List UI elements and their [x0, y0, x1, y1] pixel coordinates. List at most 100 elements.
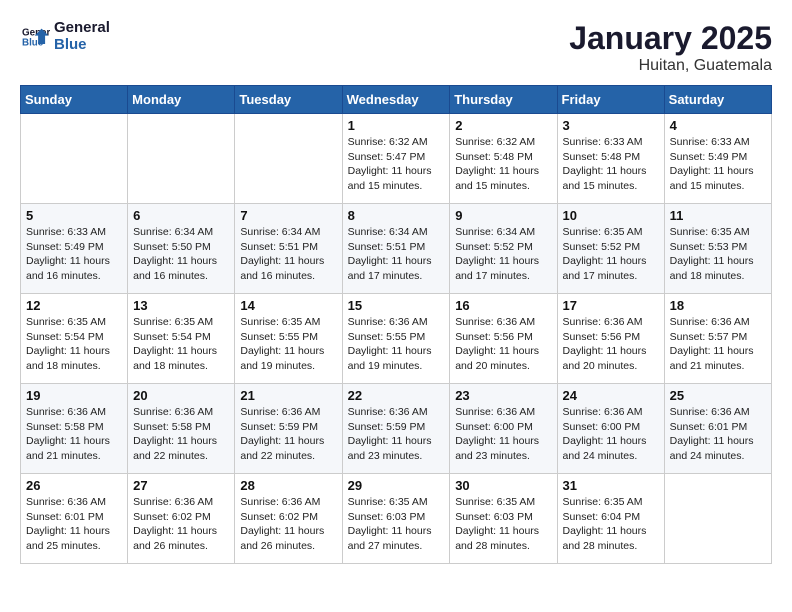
day-info: Sunrise: 6:36 AMSunset: 5:55 PMDaylight:…	[348, 315, 445, 374]
weekday-monday: Monday	[128, 86, 235, 114]
day-number: 13	[133, 298, 229, 313]
logo-line1: General	[54, 20, 110, 37]
day-number: 20	[133, 388, 229, 403]
day-info: Sunrise: 6:32 AMSunset: 5:48 PMDaylight:…	[455, 135, 551, 194]
day-info: Sunrise: 6:36 AMSunset: 6:00 PMDaylight:…	[563, 405, 659, 464]
calendar-table: SundayMondayTuesdayWednesdayThursdayFrid…	[20, 85, 772, 564]
day-number: 24	[563, 388, 659, 403]
calendar-cell: 18 Sunrise: 6:36 AMSunset: 5:57 PMDayligh…	[664, 294, 771, 384]
day-number: 9	[455, 208, 551, 223]
day-info: Sunrise: 6:35 AMSunset: 6:03 PMDaylight:…	[348, 495, 445, 554]
weekday-wednesday: Wednesday	[342, 86, 450, 114]
day-number: 19	[26, 388, 122, 403]
day-info: Sunrise: 6:34 AMSunset: 5:50 PMDaylight:…	[133, 225, 229, 284]
day-info: Sunrise: 6:36 AMSunset: 5:59 PMDaylight:…	[240, 405, 336, 464]
day-number: 15	[348, 298, 445, 313]
calendar-cell: 9Sunrise: 6:34 AMSunset: 5:52 PMDaylight…	[450, 204, 557, 294]
logo-line2: Blue	[54, 37, 110, 54]
calendar-cell: 16 Sunrise: 6:36 AMSunset: 5:56 PMDayligh…	[450, 294, 557, 384]
day-number: 30	[455, 478, 551, 493]
month-title: January 2025	[569, 20, 772, 57]
day-info: Sunrise: 6:33 AMSunset: 5:49 PMDaylight:…	[670, 135, 766, 194]
day-number: 22	[348, 388, 445, 403]
day-number: 7	[240, 208, 336, 223]
calendar-cell: 5Sunrise: 6:33 AMSunset: 5:49 PMDaylight…	[21, 204, 128, 294]
day-number: 2	[455, 118, 551, 133]
day-info: Sunrise: 6:36 AMSunset: 6:01 PMDaylight:…	[26, 495, 122, 554]
day-number: 18	[670, 298, 766, 313]
day-number: 11	[670, 208, 766, 223]
day-number: 26	[26, 478, 122, 493]
calendar-cell: 2 Sunrise: 6:32 AMSunset: 5:48 PMDaylight…	[450, 114, 557, 204]
day-info: Sunrise: 6:35 AMSunset: 6:03 PMDaylight:…	[455, 495, 551, 554]
calendar-cell	[128, 114, 235, 204]
calendar-cell: 21 Sunrise: 6:36 AMSunset: 5:59 PMDayligh…	[235, 384, 342, 474]
day-number: 27	[133, 478, 229, 493]
calendar-cell: 26 Sunrise: 6:36 AMSunset: 6:01 PMDayligh…	[21, 474, 128, 564]
day-number: 29	[348, 478, 445, 493]
day-info: Sunrise: 6:33 AMSunset: 5:48 PMDaylight:…	[563, 135, 659, 194]
day-info: Sunrise: 6:35 AMSunset: 6:04 PMDaylight:…	[563, 495, 659, 554]
calendar-week-3: 12 Sunrise: 6:35 AMSunset: 5:54 PMDayligh…	[21, 294, 772, 384]
day-number: 21	[240, 388, 336, 403]
weekday-tuesday: Tuesday	[235, 86, 342, 114]
day-info: Sunrise: 6:36 AMSunset: 5:57 PMDaylight:…	[670, 315, 766, 374]
calendar-cell: 29 Sunrise: 6:35 AMSunset: 6:03 PMDayligh…	[342, 474, 450, 564]
calendar-cell: 17 Sunrise: 6:36 AMSunset: 5:56 PMDayligh…	[557, 294, 664, 384]
calendar-cell: 3Sunrise: 6:33 AMSunset: 5:48 PMDaylight…	[557, 114, 664, 204]
weekday-friday: Friday	[557, 86, 664, 114]
calendar-cell: 28Sunrise: 6:36 AMSunset: 6:02 PMDayligh…	[235, 474, 342, 564]
calendar-cell: 30 Sunrise: 6:35 AMSunset: 6:03 PMDayligh…	[450, 474, 557, 564]
calendar-cell: 12 Sunrise: 6:35 AMSunset: 5:54 PMDayligh…	[21, 294, 128, 384]
calendar-cell: 23Sunrise: 6:36 AMSunset: 6:00 PMDayligh…	[450, 384, 557, 474]
day-info: Sunrise: 6:35 AMSunset: 5:54 PMDaylight:…	[133, 315, 229, 374]
calendar-cell: 22 Sunrise: 6:36 AMSunset: 5:59 PMDayligh…	[342, 384, 450, 474]
day-info: Sunrise: 6:36 AMSunset: 5:56 PMDaylight:…	[455, 315, 551, 374]
day-info: Sunrise: 6:35 AMSunset: 5:55 PMDaylight:…	[240, 315, 336, 374]
calendar-cell	[235, 114, 342, 204]
calendar-week-5: 26 Sunrise: 6:36 AMSunset: 6:01 PMDayligh…	[21, 474, 772, 564]
weekday-header-row: SundayMondayTuesdayWednesdayThursdayFrid…	[21, 86, 772, 114]
calendar-cell: 11 Sunrise: 6:35 AMSunset: 5:53 PMDayligh…	[664, 204, 771, 294]
calendar-cell: 10Sunrise: 6:35 AMSunset: 5:52 PMDayligh…	[557, 204, 664, 294]
day-info: Sunrise: 6:36 AMSunset: 5:59 PMDaylight:…	[348, 405, 445, 464]
day-number: 17	[563, 298, 659, 313]
weekday-sunday: Sunday	[21, 86, 128, 114]
weekday-thursday: Thursday	[450, 86, 557, 114]
day-info: Sunrise: 6:36 AMSunset: 5:56 PMDaylight:…	[563, 315, 659, 374]
title-block: January 2025 Huitan, Guatemala	[569, 20, 772, 75]
day-info: Sunrise: 6:35 AMSunset: 5:53 PMDaylight:…	[670, 225, 766, 284]
calendar-cell: 25 Sunrise: 6:36 AMSunset: 6:01 PMDayligh…	[664, 384, 771, 474]
day-info: Sunrise: 6:36 AMSunset: 6:02 PMDaylight:…	[133, 495, 229, 554]
day-info: Sunrise: 6:34 AMSunset: 5:51 PMDaylight:…	[348, 225, 445, 284]
calendar-cell: 19Sunrise: 6:36 AMSunset: 5:58 PMDayligh…	[21, 384, 128, 474]
day-info: Sunrise: 6:36 AMSunset: 6:02 PMDaylight:…	[240, 495, 336, 554]
day-info: Sunrise: 6:33 AMSunset: 5:49 PMDaylight:…	[26, 225, 122, 284]
day-info: Sunrise: 6:35 AMSunset: 5:52 PMDaylight:…	[563, 225, 659, 284]
calendar-cell: 24 Sunrise: 6:36 AMSunset: 6:00 PMDayligh…	[557, 384, 664, 474]
calendar-cell: 1Sunrise: 6:32 AMSunset: 5:47 PMDaylight…	[342, 114, 450, 204]
weekday-saturday: Saturday	[664, 86, 771, 114]
calendar-cell	[664, 474, 771, 564]
day-info: Sunrise: 6:32 AMSunset: 5:47 PMDaylight:…	[348, 135, 445, 194]
calendar-cell: 4Sunrise: 6:33 AMSunset: 5:49 PMDaylight…	[664, 114, 771, 204]
day-info: Sunrise: 6:36 AMSunset: 6:01 PMDaylight:…	[670, 405, 766, 464]
calendar-cell	[21, 114, 128, 204]
day-info: Sunrise: 6:36 AMSunset: 5:58 PMDaylight:…	[133, 405, 229, 464]
day-number: 25	[670, 388, 766, 403]
calendar-week-2: 5Sunrise: 6:33 AMSunset: 5:49 PMDaylight…	[21, 204, 772, 294]
calendar-cell: 13 Sunrise: 6:35 AMSunset: 5:54 PMDayligh…	[128, 294, 235, 384]
day-info: Sunrise: 6:35 AMSunset: 5:54 PMDaylight:…	[26, 315, 122, 374]
day-number: 14	[240, 298, 336, 313]
calendar-week-1: 1Sunrise: 6:32 AMSunset: 5:47 PMDaylight…	[21, 114, 772, 204]
day-number: 12	[26, 298, 122, 313]
calendar-cell: 20 Sunrise: 6:36 AMSunset: 5:58 PMDayligh…	[128, 384, 235, 474]
calendar-cell: 27 Sunrise: 6:36 AMSunset: 6:02 PMDayligh…	[128, 474, 235, 564]
day-number: 6	[133, 208, 229, 223]
day-info: Sunrise: 6:36 AMSunset: 6:00 PMDaylight:…	[455, 405, 551, 464]
day-info: Sunrise: 6:34 AMSunset: 5:51 PMDaylight:…	[240, 225, 336, 284]
calendar-week-4: 19 Sunrise: 6:36 AMSunset: 5:58 PMDayligh…	[21, 384, 772, 474]
day-number: 16	[455, 298, 551, 313]
location: Huitan, Guatemala	[569, 57, 772, 75]
calendar-cell: 14 Sunrise: 6:35 AMSunset: 5:55 PMDayligh…	[235, 294, 342, 384]
